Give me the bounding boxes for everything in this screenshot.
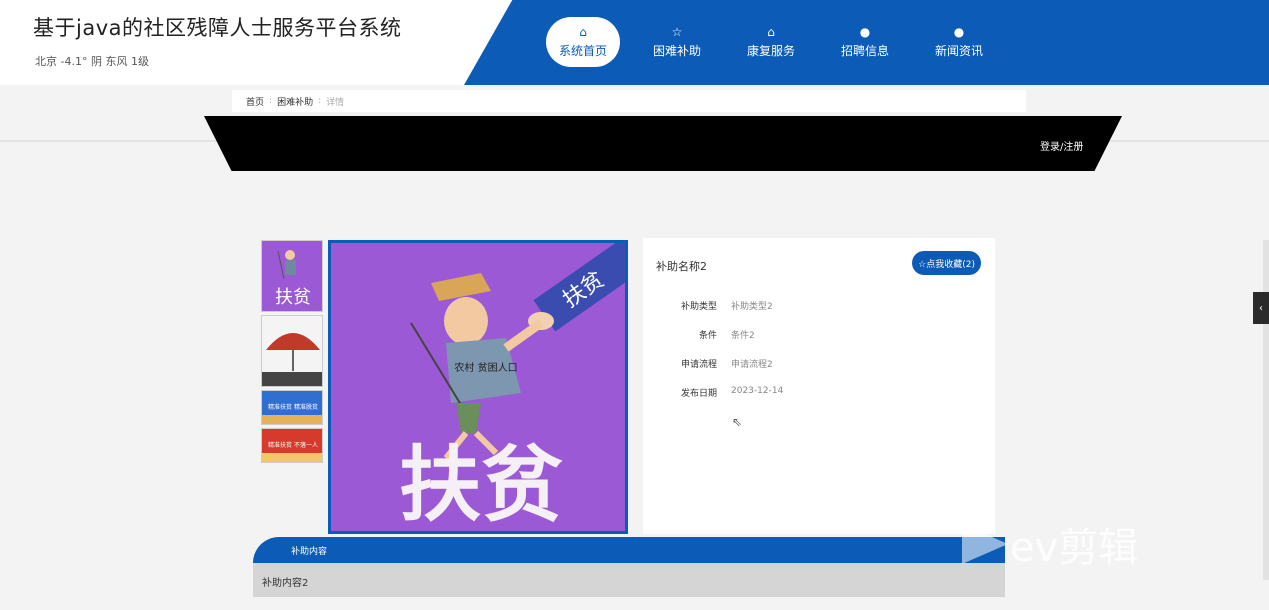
- login-register-link[interactable]: 登录/注册: [1040, 138, 1083, 153]
- star-icon: ☆: [671, 25, 683, 39]
- watermark: ev剪辑: [960, 515, 1138, 573]
- thumbnail-caption: 扶贫: [275, 287, 311, 308]
- nav-label: 招聘信息: [840, 44, 889, 58]
- site-title: 基于java的社区残障人士服务平台系统: [33, 16, 402, 40]
- home-icon: ⌂: [579, 25, 587, 39]
- breadcrumb: 首页 : 困难补助 : 详情: [232, 90, 1026, 112]
- content-tab-label: 补助内容: [291, 547, 328, 557]
- help-icon: ●: [953, 25, 965, 39]
- detail-row: 申请流程 申请流程2: [643, 357, 995, 386]
- detail-row: 补助类型 补助类型2: [643, 299, 995, 328]
- play-logo-icon: [962, 524, 1008, 564]
- detail-key: 补助类型: [680, 302, 717, 312]
- nav-rehab[interactable]: ⌂ 康复服务: [724, 17, 818, 67]
- image-caption: 扶贫: [399, 438, 563, 531]
- nav-label: 康复服务: [746, 44, 795, 58]
- weather-widget: 北京 -4.1° 阴 东风 1级: [35, 55, 149, 68]
- detail-card: 补助名称2 ☆点我收藏(2) 补助类型 补助类型2 条件 条件2 申请流程 申请…: [643, 238, 995, 534]
- thumbnail-caption: 精准扶贫 精准脱贫: [268, 403, 318, 411]
- nav-subsidy[interactable]: ☆ 困难补助: [630, 17, 724, 67]
- content-tab[interactable]: 补助内容: [253, 537, 1005, 563]
- nav-news[interactable]: ● 新闻资讯: [912, 17, 1006, 67]
- bag-icon: ⌂: [767, 25, 775, 39]
- detail-value: 条件2: [731, 331, 755, 341]
- breadcrumb-home[interactable]: 首页: [246, 95, 264, 108]
- nav-jobs[interactable]: ● 招聘信息: [818, 17, 912, 67]
- nav-label: 系统首页: [558, 44, 607, 58]
- chevron-left-icon: ‹: [1259, 302, 1263, 314]
- thumbnail-caption: 精准扶贫 不落一人: [268, 441, 318, 449]
- content-body: 补助内容2: [253, 563, 1005, 597]
- thumbnail-image[interactable]: 精准扶贫 精准脱贫: [261, 390, 323, 425]
- subsidy-name: 补助名称2: [656, 260, 707, 273]
- nav-home[interactable]: ⌂ 系统首页: [546, 17, 620, 67]
- banner-band: [204, 116, 1122, 171]
- nav-label: 新闻资讯: [934, 44, 983, 58]
- detail-key: 条件: [698, 331, 717, 341]
- nav-label: 困难补助: [652, 44, 701, 58]
- main-nav: ⌂ 系统首页 ☆ 困难补助 ⌂ 康复服务 ● 招聘信息 ● 新闻资讯: [546, 17, 1006, 67]
- detail-row: 发布日期 2023-12-14: [643, 386, 995, 415]
- watermark-text: ev剪辑: [1010, 525, 1139, 571]
- main-image: 扶贫 农村 贫困人口 扶贫: [328, 240, 628, 534]
- thumbnail-image[interactable]: 扶贫: [261, 240, 323, 312]
- detail-row: 条件 条件2: [643, 328, 995, 357]
- thumbnail-image[interactable]: [261, 315, 323, 387]
- mouse-cursor-icon: ⇖: [732, 415, 743, 429]
- breadcrumb-current: 详情: [326, 97, 345, 108]
- detail-value: 补助类型2: [731, 302, 773, 312]
- thumbnail-image[interactable]: 精准扶贫 不落一人: [261, 428, 323, 463]
- detail-key: 申请流程: [680, 360, 717, 370]
- collapse-handle[interactable]: ‹: [1253, 292, 1269, 324]
- content-text: 补助内容2: [262, 578, 309, 589]
- detail-rows: 补助类型 补助类型2 条件 条件2 申请流程 申请流程2 发布日期 2023-1…: [643, 299, 995, 415]
- breadcrumb-separator: :: [269, 96, 273, 106]
- breadcrumb-section[interactable]: 困难补助: [277, 95, 313, 108]
- thumbnail-strip: 扶贫 精准扶贫 精准脱贫 精准扶贫 不落一人: [261, 240, 325, 466]
- scrollbar[interactable]: [1263, 240, 1269, 580]
- detail-value: 申请流程2: [731, 360, 773, 370]
- shirt-text: 农村 贫困人口: [454, 361, 517, 374]
- info-icon: ●: [859, 25, 871, 39]
- breadcrumb-separator: :: [318, 96, 322, 106]
- detail-key: 发布日期: [680, 389, 717, 399]
- favorite-button[interactable]: ☆点我收藏(2): [912, 251, 981, 275]
- site-header: 基于java的社区残障人士服务平台系统 北京 -4.1° 阴 东风 1级 ⌂ 系…: [0, 0, 1269, 85]
- detail-value: 2023-12-14: [731, 386, 784, 396]
